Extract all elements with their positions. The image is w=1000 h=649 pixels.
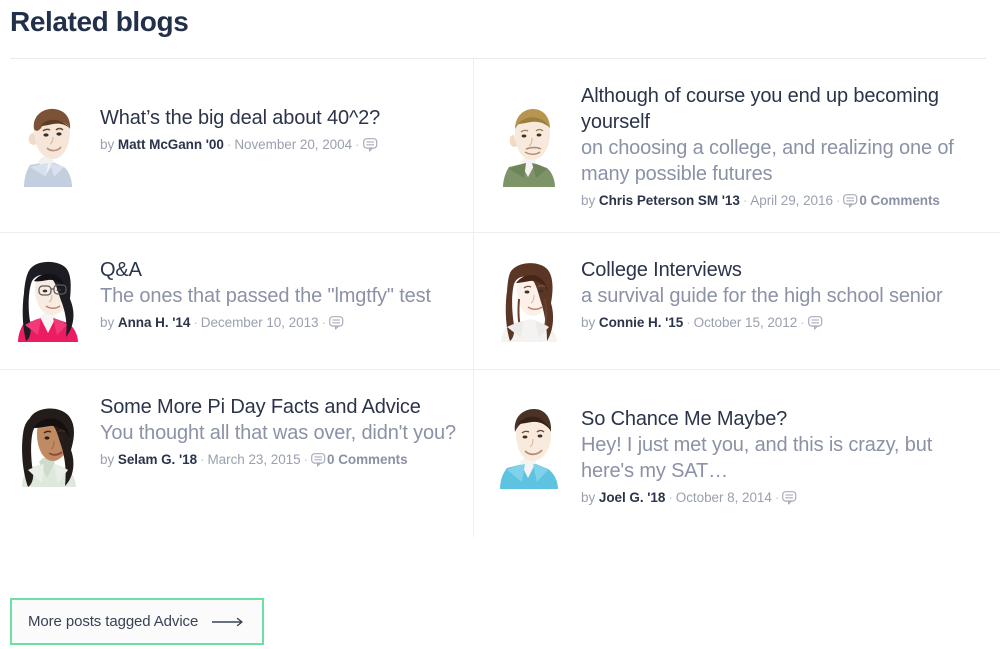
meta-separator: · [355,137,360,152]
blog-title[interactable]: Q&A [100,257,459,283]
blog-card-4[interactable]: Some More Pi Day Facts and Advice You th… [0,370,473,537]
comment-bubble-icon [329,316,345,330]
post-date: December 10, 2013 [200,315,319,330]
by-label: by [100,137,115,152]
blog-row: Q&A The ones that passed the "lmgtfy" te… [0,232,1000,369]
meta-separator: · [668,490,673,505]
blog-text: Although of course you end up becoming y… [581,81,986,210]
meta-separator: · [200,452,205,467]
page-title: Related blogs [10,6,189,37]
blog-card-3[interactable]: College Interviews a survival guide for … [473,233,1000,369]
blog-meta: by Matt McGann '00 · November 20, 2004 · [100,135,459,154]
blog-card-5[interactable]: So Chance Me Maybe? Hey! I just met you,… [473,370,1000,537]
comment-bubble-icon [362,138,379,152]
more-posts-label: More posts tagged Advice [28,613,199,630]
author-name[interactable]: Selam G. '18 [118,452,197,467]
comment-link[interactable] [782,488,798,507]
avatar-chris-peterson [491,105,567,189]
blog-card-1[interactable]: Although of course you end up becoming y… [473,59,1000,232]
blog-subtitle: on choosing a college, and realizing one… [581,137,954,185]
comment-bubble-icon [782,491,798,505]
blog-meta: by Joel G. '18 · October 8, 2014 · [581,488,986,507]
avatar-joel-g [491,406,567,490]
comment-link[interactable] [807,313,824,332]
author-name[interactable]: Anna H. '14 [118,315,190,330]
avatar-connie-h [491,259,567,343]
blog-title[interactable]: College Interviews [581,257,986,283]
meta-separator: · [226,137,232,152]
blog-subtitle: a survival guide for the high school sen… [581,285,943,307]
post-date: November 20, 2004 [234,137,353,152]
blog-meta: by Anna H. '14 · December 10, 2013 · [100,313,459,332]
meta-separator: · [835,193,841,208]
comment-count: 0 Comments [859,193,940,208]
comment-link[interactable] [362,135,379,154]
blog-text: Q&A The ones that passed the "lmgtfy" te… [100,255,459,332]
meta-separator: · [303,452,309,467]
post-date: October 15, 2012 [693,315,798,330]
avatar-selam-g [10,404,86,488]
by-label: by [581,490,596,505]
blog-title[interactable]: Although of course you end up becoming y… [581,83,986,135]
by-label: by [100,452,115,467]
long-arrow-right-icon [212,617,246,627]
comment-bubble-icon [311,453,327,467]
blog-card-2[interactable]: Q&A The ones that passed the "lmgtfy" te… [0,233,473,369]
comment-link[interactable]: 0 Comments [843,191,940,210]
meta-separator: · [774,490,780,505]
meta-separator: · [800,315,805,330]
blog-row: What’s the big deal about 40^2? by Matt … [0,59,1000,232]
author-name[interactable]: Connie H. '15 [599,315,683,330]
blog-card-0[interactable]: What’s the big deal about 40^2? by Matt … [0,59,473,232]
blog-subtitle: Hey! I just met you, and this is crazy, … [581,434,933,482]
blog-subtitle: You thought all that was over, didn't yo… [100,422,456,444]
blog-meta: by Selam G. '18 · March 23, 2015 · 0 Comment… [100,450,459,469]
by-label: by [581,315,596,330]
author-name[interactable]: Matt McGann '00 [118,137,224,152]
meta-separator: · [321,315,327,330]
blog-title[interactable]: What’s the big deal about 40^2? [100,105,459,131]
avatar-anna-h [10,259,86,343]
meta-separator: · [742,193,748,208]
meta-separator: · [686,315,691,330]
blog-text: Some More Pi Day Facts and Advice You th… [100,392,459,469]
post-date: March 23, 2015 [207,452,301,467]
comment-link[interactable]: 0 Comments [311,450,408,469]
comment-count: 0 Comments [327,452,408,467]
by-label: by [100,315,115,330]
meta-separator: · [193,315,198,330]
blog-meta: by Connie H. '15 · October 15, 2012 · [581,313,986,332]
footer: More posts tagged Advice [10,598,265,645]
more-posts-tagged-button[interactable]: More posts tagged Advice [10,598,265,645]
comment-bubble-icon [843,194,859,208]
blog-text: So Chance Me Maybe? Hey! I just met you,… [581,404,986,507]
blog-title[interactable]: So Chance Me Maybe? [581,406,986,432]
related-blogs-grid: What’s the big deal about 40^2? by Matt … [0,59,1000,537]
comment-link[interactable] [329,313,345,332]
by-label: by [581,193,596,208]
blog-subtitle: The ones that passed the "lmgtfy" test [100,285,431,307]
post-date: April 29, 2016 [750,193,833,208]
avatar-matt-mcgann [10,105,86,189]
author-name[interactable]: Chris Peterson SM '13 [599,193,740,208]
related-blogs-page: Related blogs What’s the big deal about … [0,0,1000,649]
blog-meta: by Chris Peterson SM '13 · April 29, 2016 ·… [581,191,986,210]
blog-text: College Interviews a survival guide for … [581,255,986,332]
blog-row: Some More Pi Day Facts and Advice You th… [0,369,1000,537]
post-date: October 8, 2014 [675,490,772,505]
blog-title[interactable]: Some More Pi Day Facts and Advice [100,394,459,420]
comment-bubble-icon [807,316,824,330]
blog-text: What’s the big deal about 40^2? by Matt … [100,103,459,154]
author-name[interactable]: Joel G. '18 [599,490,666,505]
